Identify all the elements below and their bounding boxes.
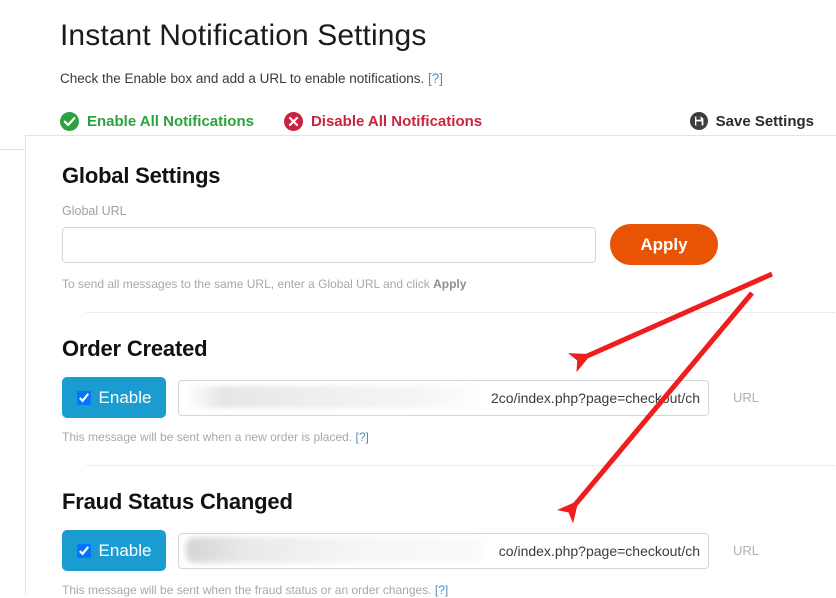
settings-card: Global Settings Global URL Apply To send…	[25, 135, 836, 598]
section-divider-1	[86, 312, 836, 313]
order-created-title: Order Created	[62, 336, 208, 361]
global-settings-hint-bold: Apply	[433, 277, 467, 291]
help-icon[interactable]: [?]	[428, 71, 443, 86]
disable-all-notifications-button[interactable]: Disable All Notifications	[283, 111, 483, 131]
x-circle-icon	[283, 111, 303, 131]
enable-all-notifications-button[interactable]: Enable All Notifications	[60, 111, 254, 131]
save-settings-button[interactable]: Save Settings	[689, 112, 814, 130]
fraud-status-title: Fraud Status Changed	[62, 489, 293, 514]
fraud-status-hint: This message will be sent when the fraud…	[62, 582, 836, 598]
order-created-help-icon[interactable]: [?]	[356, 430, 369, 444]
fraud-status-enable-button[interactable]: Enable	[62, 530, 166, 571]
order-created-enable-checkbox[interactable]	[76, 390, 91, 405]
action-toolbar: Enable All Notifications Disable All Not…	[0, 104, 836, 138]
order-created-url-wrap	[178, 379, 709, 416]
order-created-row: Enable URL	[62, 377, 836, 418]
floppy-disk-icon	[689, 112, 708, 130]
global-settings-title: Global Settings	[62, 163, 221, 188]
notification-section-order-created: Order Created Enable URL This message wi…	[62, 335, 836, 445]
order-created-url-suffix: URL	[733, 390, 760, 405]
order-created-url-input[interactable]	[178, 379, 709, 416]
enable-all-notifications-label: Enable All Notifications	[87, 112, 254, 130]
global-url-row: Apply	[62, 224, 836, 265]
fraud-status-row: Enable URL	[62, 530, 836, 571]
global-url-input[interactable]	[62, 226, 596, 263]
disable-all-notifications-label: Disable All Notifications	[310, 112, 483, 130]
page-title: Instant Notification Settings	[60, 19, 427, 52]
order-created-enable-button[interactable]: Enable	[62, 377, 166, 418]
check-circle-icon	[60, 111, 79, 131]
global-settings-section: Global Settings Global URL Apply To send…	[62, 162, 836, 292]
global-url-label: Global URL	[62, 204, 127, 218]
save-settings-label: Save Settings	[715, 112, 814, 130]
page-subtitle: Check the Enable box and add a URL to en…	[60, 70, 836, 88]
fraud-status-enable-checkbox[interactable]	[76, 543, 91, 558]
fraud-status-url-input[interactable]	[178, 532, 709, 569]
notification-section-fraud-status: Fraud Status Changed Enable URL This mes…	[62, 488, 836, 598]
apply-button[interactable]: Apply	[610, 224, 718, 265]
page-header: Instant Notification Settings Check the …	[0, 0, 836, 88]
order-created-enable-label: Enable	[98, 387, 152, 407]
fraud-status-url-suffix: URL	[733, 543, 760, 558]
fraud-status-url-wrap	[178, 532, 709, 569]
fraud-status-enable-label: Enable	[98, 540, 152, 560]
global-settings-hint-text: To send all messages to the same URL, en…	[62, 277, 434, 291]
order-created-hint: This message will be sent when a new ord…	[62, 429, 836, 445]
global-settings-hint: To send all messages to the same URL, en…	[62, 276, 836, 292]
order-created-hint-text: This message will be sent when a new ord…	[62, 430, 353, 444]
section-divider-2	[86, 465, 836, 466]
page-subtitle-text: Check the Enable box and add a URL to en…	[60, 71, 425, 86]
